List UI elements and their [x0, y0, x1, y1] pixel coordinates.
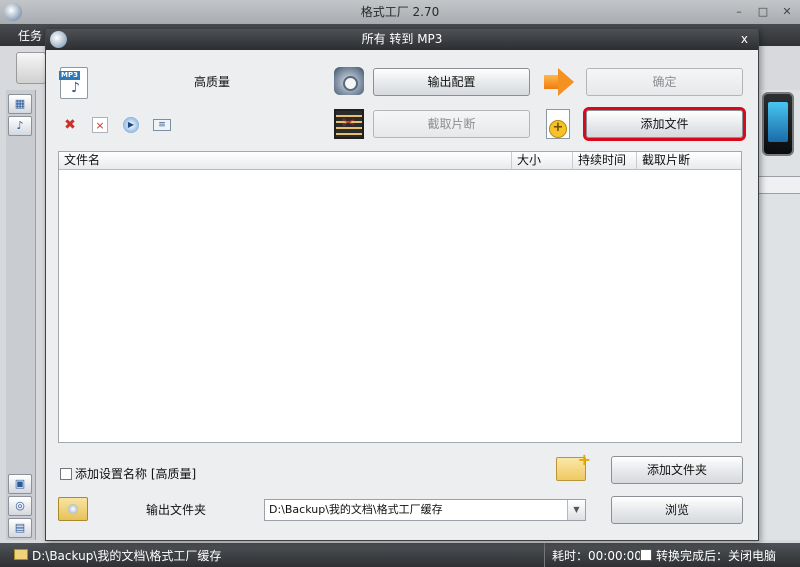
task-list-header	[758, 176, 800, 194]
dialog-title: 所有 转到 MP3	[361, 32, 443, 46]
chevron-down-icon[interactable]: ▼	[567, 500, 585, 520]
output-folder-icon[interactable]	[58, 497, 88, 521]
browse-button[interactable]: 浏览	[611, 496, 743, 524]
music-note-icon: ♪	[71, 80, 80, 96]
output-folder-label: 输出文件夹	[146, 503, 207, 517]
add-file-icon[interactable]	[546, 109, 570, 139]
play-icon[interactable]: ▶	[123, 117, 139, 133]
app-logo-icon	[4, 3, 22, 21]
minimize-icon[interactable]: –	[732, 4, 746, 20]
quality-label: 高质量	[194, 75, 231, 89]
main-title-bar: 格式工厂 2.70 – □ ✕	[0, 0, 800, 24]
status-divider	[544, 543, 545, 567]
delete-icon[interactable]: ✖	[62, 117, 78, 133]
status-output-path: D:\Backup\我的文档\格式工厂缓存	[32, 549, 222, 563]
rom-category-icon[interactable]: ◎	[8, 496, 32, 516]
add-name-checkbox[interactable]	[60, 467, 72, 480]
ok-button[interactable]: 确定	[586, 68, 743, 96]
after-convert-checkbox[interactable]	[640, 549, 652, 561]
output-path-value: D:\Backup\我的文档\格式工厂缓存	[269, 503, 443, 516]
dialog-title-bar: 所有 转到 MP3 x	[46, 29, 758, 50]
video-category-icon[interactable]: ▦	[8, 94, 32, 114]
app-logo-icon	[50, 31, 67, 48]
column-header-clip[interactable]: 截取片断	[637, 152, 741, 170]
toolbar-button[interactable]	[16, 52, 46, 84]
clear-list-icon[interactable]: ×	[92, 117, 108, 133]
file-list-table[interactable]: 文件名 大小 持续时间 截取片断	[58, 151, 742, 443]
clip-button[interactable]: 截取片断	[373, 110, 530, 138]
window-controls: – □ ✕	[732, 4, 794, 20]
status-bar: D:\Backup\我的文档\格式工厂缓存 耗时：00:00:00 转换完成后：…	[0, 543, 800, 567]
picture-category-icon[interactable]: ▣	[8, 474, 32, 494]
output-config-button[interactable]: 输出配置	[373, 68, 530, 96]
add-name-label: 添加设置名称 [高质量]	[75, 467, 197, 481]
main-window-title: 格式工厂 2.70	[360, 5, 440, 19]
mp3-file-icon: MP3 ♪	[59, 67, 88, 99]
add-name-option[interactable]: 添加设置名称 [高质量]	[60, 465, 196, 482]
output-path-select[interactable]: D:\Backup\我的文档\格式工厂缓存 ▼	[264, 499, 586, 521]
clip-film-icon[interactable]	[334, 109, 364, 139]
dialog-close-button[interactable]: x	[741, 29, 748, 50]
folder-icon[interactable]	[14, 549, 28, 560]
status-elapsed-time: 耗时：00:00:00	[552, 549, 642, 563]
right-panel	[758, 90, 800, 540]
maximize-icon[interactable]: □	[756, 4, 770, 20]
add-file-button[interactable]: 添加文件	[586, 110, 743, 138]
media-info-icon[interactable]: ≡	[153, 119, 171, 131]
arrow-right-icon	[544, 68, 574, 96]
column-header-filename[interactable]: 文件名	[59, 152, 512, 170]
column-header-size[interactable]: 大小	[512, 152, 573, 170]
after-convert-label: 转换完成后：关闭电脑	[656, 549, 777, 563]
mobile-device-icon	[762, 92, 794, 156]
mp3-tag: MP3	[59, 71, 80, 80]
add-folder-button[interactable]: 添加文件夹	[611, 456, 743, 484]
audio-category-icon[interactable]: ♪	[8, 116, 32, 136]
output-config-icon[interactable]	[334, 67, 364, 95]
add-folder-icon[interactable]	[556, 450, 591, 481]
left-category-panel: ▦ ♪ ▣ ◎ ▤	[6, 90, 36, 540]
tools-category-icon[interactable]: ▤	[8, 518, 32, 538]
close-icon[interactable]: ✕	[780, 4, 794, 20]
convert-to-mp3-dialog: 所有 转到 MP3 x MP3 ♪ 高质量 输出配置 确定 ✖ × ▶ ≡ 截取…	[45, 28, 759, 541]
column-header-duration[interactable]: 持续时间	[573, 152, 637, 170]
menu-item-tasks[interactable]: 任务	[18, 27, 42, 44]
